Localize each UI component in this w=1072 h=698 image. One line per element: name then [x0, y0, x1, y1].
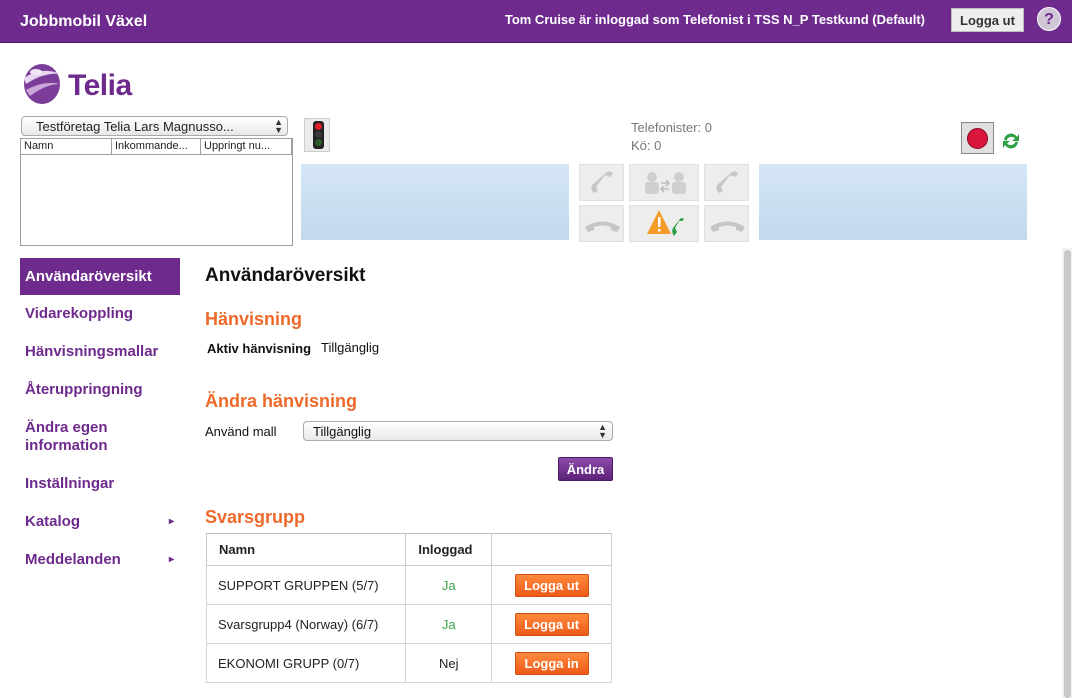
section-heading-hanvisning: Hänvisning [205, 309, 303, 329]
sidebar-item-andra-egen-information[interactable]: Ändra egen information [20, 409, 130, 465]
hangup-right-button[interactable] [704, 205, 749, 242]
sidebar-nav: Användaröversikt Vidarekoppling Hänvisni… [20, 258, 180, 579]
column-header-inloggad: Inloggad [405, 533, 493, 566]
template-select[interactable]: Tillgänglig ▲ ▼ [303, 421, 613, 441]
sidebar-item-ateruppringning[interactable]: Återuppringning [20, 371, 180, 409]
answer-left-button[interactable] [579, 164, 624, 201]
aktiv-hanvisning-value: Tillgänglig [321, 340, 380, 355]
top-bar: Jobbmobil Växel Tom Cruise är inloggad s… [0, 0, 1072, 43]
call-panel-left [301, 164, 569, 240]
refresh-icon[interactable] [1000, 130, 1022, 152]
section-heading-svarsgrupp: Svarsgrupp [205, 507, 306, 527]
traffic-light-icon [304, 118, 330, 152]
logout-button[interactable]: Logga ut [951, 8, 1024, 32]
select-arrows-icon: ▲ ▼ [274, 117, 283, 135]
phone-answer-icon [591, 171, 613, 193]
telefonister-count: Telefonister: 0 [631, 120, 712, 135]
help-icon[interactable]: ? [1037, 7, 1061, 31]
sidebar-item-label: Användaröversikt [25, 268, 152, 285]
table-row: EKONOMI GRUPP (0/7) Nej Logga in [205, 643, 612, 683]
logo-text: Telia [68, 69, 132, 102]
logged-in-user-info: Tom Cruise är inloggad som Telefonist i … [504, 12, 925, 27]
select-arrows-icon: ▲ ▼ [598, 422, 607, 440]
telia-logo: Telia [20, 62, 140, 108]
sidebar-item-label: Meddelanden [25, 551, 121, 568]
svarsgrupp-table: Namn Inloggad SUPPORT GRUPPEN (5/7) Ja L… [205, 533, 612, 683]
phone-hangup-icon [710, 221, 745, 232]
sidebar-item-label: Återuppringning [25, 381, 143, 398]
action-cell: Logga ut [491, 565, 612, 605]
table-row: Svarsgrupp4 (Norway) (6/7) Ja Logga ut [205, 604, 612, 644]
phone-hangup-icon [585, 221, 620, 232]
column-header-namn[interactable]: Namn [21, 139, 112, 154]
sidebar-item-label: Inställningar [25, 475, 115, 492]
scrollbar-thumb[interactable] [1064, 250, 1071, 698]
group-name: Svarsgrupp4 (Norway) (6/7) [205, 604, 407, 644]
logout-group-button[interactable]: Logga ut [514, 612, 589, 636]
action-cell: Logga ut [491, 604, 612, 644]
table-header-row: Namn Inloggad [205, 533, 612, 566]
sidebar-item-installningar[interactable]: Inställningar [20, 465, 180, 503]
hangup-left-button[interactable] [579, 205, 624, 242]
transfer-icon [645, 172, 686, 194]
table-row: SUPPORT GRUPPEN (5/7) Ja Logga ut [205, 565, 612, 605]
answer-right-button[interactable] [704, 164, 749, 201]
login-group-button[interactable]: Logga in [514, 651, 589, 675]
call-panel-right [759, 164, 1027, 240]
logout-group-button[interactable]: Logga ut [514, 573, 589, 597]
section-heading-andra-hanvisning: Ändra hänvisning [205, 391, 358, 411]
phone-answer-icon [716, 171, 738, 193]
sidebar-item-label: Katalog [25, 513, 81, 530]
group-name: EKONOMI GRUPP (0/7) [205, 643, 407, 683]
telia-logo-icon [24, 64, 60, 104]
queue-count: Kö: 0 [631, 138, 662, 153]
record-button[interactable] [961, 122, 994, 154]
operator-status: Telefonister: 0 Kö: 0 [631, 119, 712, 155]
column-header-inkommande[interactable]: Inkommande... [112, 139, 201, 154]
page-title: Användaröversikt [205, 265, 366, 286]
andra-button[interactable]: Ändra [558, 457, 613, 481]
column-header-namn: Namn [205, 533, 407, 566]
sidebar-item-label: Vidarekoppling [25, 305, 134, 322]
sidebar-item-label: Ändra egen information [25, 419, 108, 454]
record-icon [967, 128, 988, 149]
company-select[interactable]: Testföretag Telia Lars Magnusso... ▲ ▼ [21, 116, 288, 136]
chevron-right-icon: ▸ [168, 554, 174, 565]
sidebar-item-katalog[interactable]: Katalog ▸ [20, 503, 180, 541]
sidebar-item-hanvisningsmallar[interactable]: Hänvisningsmallar [20, 333, 180, 371]
warning-call-icon [647, 210, 684, 236]
transfer-button[interactable] [629, 164, 699, 201]
action-cell: Logga in [491, 643, 612, 683]
chevron-right-icon: ▸ [168, 516, 174, 527]
app-title: Jobbmobil Växel [20, 13, 148, 30]
template-selected-value: Tillgänglig [313, 424, 372, 439]
logged-in-status: Ja [405, 604, 493, 644]
sidebar-item-vidarekoppling[interactable]: Vidarekoppling [20, 295, 180, 333]
logged-in-status: Nej [405, 643, 493, 683]
column-header-action [491, 533, 612, 566]
user-list-header: Namn Inkommande... Uppringt nu... [21, 139, 292, 155]
anvand-mall-label: Använd mall [205, 424, 277, 439]
sidebar-item-meddelanden[interactable]: Meddelanden ▸ [20, 541, 180, 579]
column-header-uppringt[interactable]: Uppringt nu... [201, 139, 292, 154]
sidebar-item-anvandaroversikt[interactable]: Användaröversikt [20, 258, 180, 295]
group-name: SUPPORT GRUPPEN (5/7) [205, 565, 407, 605]
user-list[interactable]: Namn Inkommande... Uppringt nu... [20, 138, 293, 246]
aktiv-hanvisning-label: Aktiv hänvisning [207, 341, 312, 356]
company-selected-value: Testföretag Telia Lars Magnusso... [36, 119, 234, 134]
logged-in-status: Ja [405, 565, 493, 605]
warning-call-button[interactable] [629, 205, 699, 242]
sidebar-item-label: Hänvisningsmallar [25, 343, 159, 360]
